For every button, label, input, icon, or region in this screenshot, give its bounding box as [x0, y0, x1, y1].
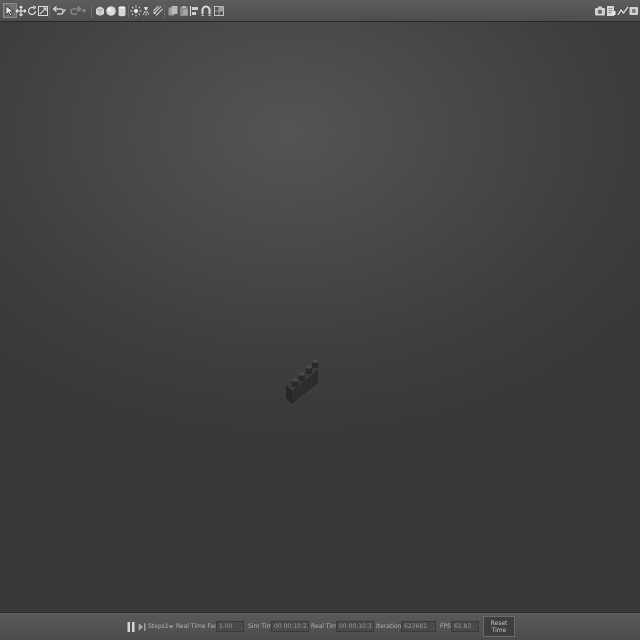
pause-icon[interactable]: [124, 619, 138, 634]
top-toolbar: [0, 0, 640, 22]
real-time-value: 00 00:10:31.115: [336, 621, 374, 632]
redo-history-icon[interactable]: [80, 3, 88, 18]
steps-label: Steps:: [148, 623, 167, 630]
change-view-icon[interactable]: [212, 3, 226, 18]
scale-mode-icon[interactable]: [36, 3, 50, 18]
toolbar-separator: [49, 4, 50, 18]
status-bar: Steps: 1 Real Time Factor: 1.00 Sim Time…: [0, 612, 640, 640]
video-record-icon[interactable]: [627, 3, 640, 18]
steps-spinner-icon[interactable]: [168, 623, 174, 631]
step-icon[interactable]: [137, 619, 147, 634]
iterations-value: 623681: [401, 621, 436, 632]
real-time-factor-value: 1.00: [216, 621, 244, 632]
cylinder-shape-icon[interactable]: [115, 3, 129, 18]
fps-value: 61.83: [451, 621, 479, 632]
toolbar-separator: [91, 4, 92, 18]
reset-time-button[interactable]: Reset Time: [483, 616, 515, 637]
directional-light-icon[interactable]: [151, 3, 165, 18]
scene-viewport[interactable]: [0, 22, 640, 612]
undo-history-icon[interactable]: [60, 3, 68, 18]
sim-time-value: 00 00:10:23.681: [271, 621, 309, 632]
toolbar-separator: [164, 4, 165, 18]
gazebo-window: Steps: 1 Real Time Factor: 1.00 Sim Time…: [0, 0, 640, 640]
lego-brick-model[interactable]: [280, 347, 325, 407]
